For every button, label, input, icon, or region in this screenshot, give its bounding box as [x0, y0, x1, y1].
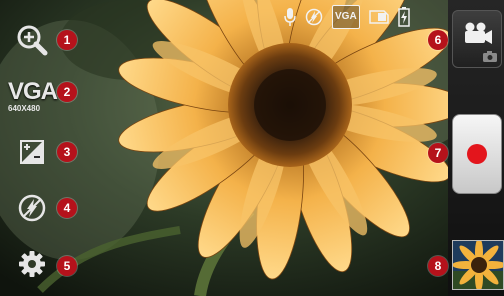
status-indicators: VGA [284, 5, 410, 29]
flash-off-icon [18, 194, 46, 222]
video-size-indicator: VGA [332, 5, 360, 29]
camera-mode-switch[interactable] [452, 10, 502, 68]
brightness-button[interactable] [12, 132, 52, 172]
callout-badge-3: 3 [57, 142, 77, 162]
gear-icon [19, 251, 45, 277]
callout-badge-8: 8 [428, 256, 448, 276]
storage-card-icon [368, 7, 389, 27]
flash-button[interactable] [12, 188, 52, 228]
resolution-size: 640X480 [8, 103, 41, 113]
zoom-button[interactable] [12, 20, 52, 60]
callout-badge-6: 6 [428, 30, 448, 50]
settings-button[interactable] [12, 244, 52, 284]
left-control-bar: 1 VGA 640X480 2 3 4 5 [0, 0, 86, 296]
resolution-button[interactable]: VGA 640X480 [8, 76, 60, 116]
zoom-in-icon [17, 25, 48, 56]
battery-icon [397, 7, 410, 27]
camera-screen: 1 VGA 640X480 2 3 4 5 VGA 6 7 8 [0, 0, 504, 296]
gallery-thumbnail[interactable] [452, 240, 504, 290]
callout-badge-2: 2 [57, 82, 77, 102]
callout-badge-7: 7 [428, 143, 448, 163]
resolution-label: VGA [8, 77, 58, 105]
photo-camera-icon [483, 51, 497, 62]
record-icon [467, 144, 487, 164]
video-camera-icon [465, 22, 497, 62]
flash-off-status-icon [305, 7, 323, 27]
microphone-icon [284, 7, 296, 27]
brightness-icon [20, 140, 44, 164]
callout-badge-1: 1 [57, 30, 77, 50]
callout-badge-4: 4 [57, 198, 77, 218]
thumbnail-image [453, 241, 503, 289]
callout-badge-5: 5 [57, 256, 77, 276]
record-button[interactable] [452, 114, 502, 194]
